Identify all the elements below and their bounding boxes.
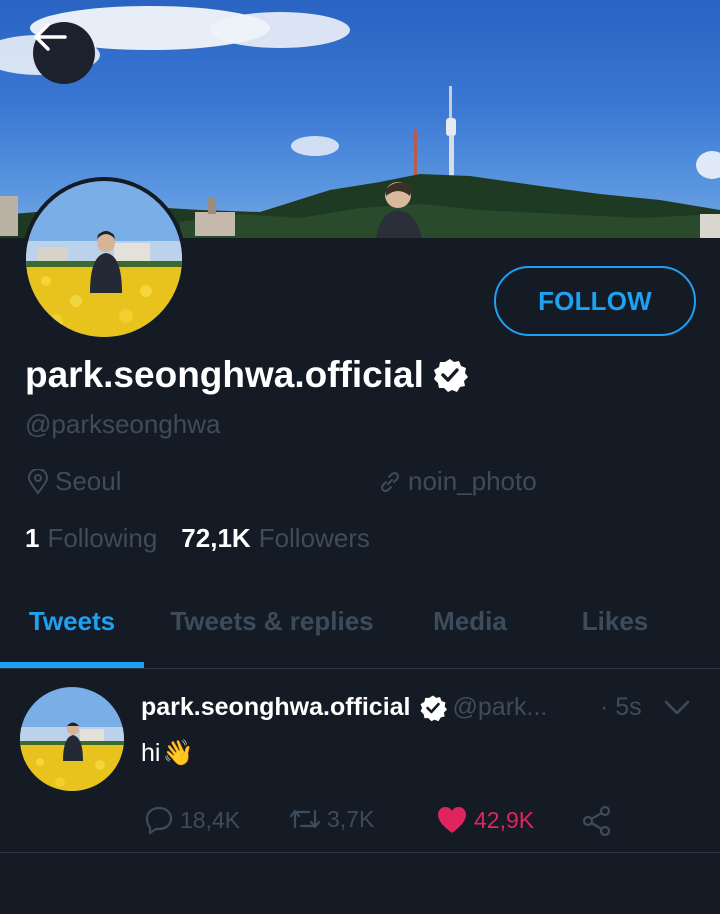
following-label: Following bbox=[47, 523, 158, 553]
following-count: 1 bbox=[25, 523, 40, 553]
profile-handle: @parkseonghwa bbox=[25, 409, 221, 439]
waving-hand-emoji: 👋 bbox=[162, 739, 194, 767]
tweet-avatar-image bbox=[20, 687, 124, 791]
reply-count: 18,4K bbox=[180, 806, 241, 833]
tweet-header: park.seonghwa.official @park... bbox=[141, 693, 547, 722]
link-icon bbox=[380, 471, 400, 492]
profile-avatar[interactable] bbox=[22, 177, 186, 341]
tab-tweets-and-replies[interactable]: Tweets & replies bbox=[150, 606, 394, 672]
location-pin-icon bbox=[27, 468, 49, 495]
share-icon bbox=[582, 805, 611, 837]
tweet-avatar[interactable] bbox=[20, 687, 124, 791]
back-button[interactable] bbox=[33, 22, 95, 84]
display-name-text: park.seonghwa.official bbox=[25, 354, 424, 395]
tweet-options-button[interactable] bbox=[663, 699, 691, 722]
like-count: 42,9K bbox=[474, 806, 535, 833]
tweet-timestamp: · 5s bbox=[600, 693, 642, 721]
profile-display-name: park.seonghwa.official bbox=[25, 354, 468, 396]
arrow-left-icon bbox=[34, 23, 67, 51]
verified-badge-icon bbox=[432, 357, 468, 393]
following-count-link[interactable]: 1 Following bbox=[25, 523, 157, 554]
tweet-author-name[interactable]: park.seonghwa.official bbox=[141, 693, 411, 722]
reply-bubble-icon bbox=[145, 806, 173, 835]
tweet-text: hi bbox=[141, 739, 161, 767]
follow-button[interactable]: FOLLOW bbox=[494, 266, 696, 336]
active-tab-indicator bbox=[0, 662, 144, 668]
reply-button[interactable]: 18,4K bbox=[144, 805, 240, 835]
share-button[interactable] bbox=[581, 805, 619, 837]
tab-likes[interactable]: Likes bbox=[560, 606, 670, 672]
retweet-count: 3,7K bbox=[327, 805, 375, 832]
verified-badge-icon bbox=[419, 694, 447, 722]
follow-counts: 1 Following 72,1K Followers bbox=[25, 523, 394, 554]
chevron-down-icon bbox=[664, 700, 690, 715]
profile-tabs: Tweets Tweets & replies Media Likes bbox=[0, 600, 720, 669]
heart-icon bbox=[438, 807, 466, 833]
profile-website-link[interactable]: noin_photo bbox=[378, 466, 537, 497]
website-text[interactable]: noin_photo bbox=[408, 466, 537, 497]
tab-media[interactable]: Media bbox=[410, 606, 530, 672]
profile-location: Seoul bbox=[27, 466, 122, 497]
followers-label: Followers bbox=[258, 523, 370, 553]
followers-count-link[interactable]: 72,1K Followers bbox=[181, 523, 370, 554]
tweet-author-handle[interactable]: @park... bbox=[453, 693, 548, 722]
followers-count: 72,1K bbox=[181, 523, 251, 553]
tweet-body: hi 👋 bbox=[141, 739, 194, 768]
avatar-image bbox=[26, 181, 182, 337]
tweet-item[interactable]: park.seonghwa.official @park... · 5s hi … bbox=[0, 669, 720, 853]
like-button[interactable]: 42,9K bbox=[436, 805, 534, 835]
retweet-icon bbox=[289, 809, 321, 829]
retweet-button[interactable]: 3,7K bbox=[289, 805, 374, 833]
location-text: Seoul bbox=[55, 466, 122, 496]
